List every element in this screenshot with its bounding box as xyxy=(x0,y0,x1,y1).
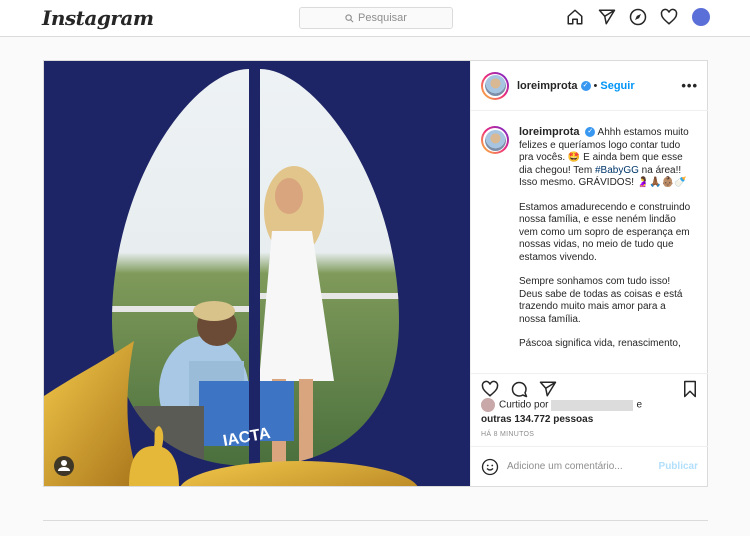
bookmark-icon[interactable] xyxy=(681,380,699,398)
comment-icon[interactable] xyxy=(510,380,528,398)
post-image[interactable]: IACTA xyxy=(44,61,470,486)
search-input[interactable]: Pesquisar xyxy=(299,7,453,29)
instagram-logo[interactable]: Instagram xyxy=(42,6,154,30)
caption-paragraph-4: Páscoa significa vida, renascimento, xyxy=(519,338,681,349)
heart-icon xyxy=(660,8,678,25)
direct-messages-button[interactable] xyxy=(598,8,616,26)
liker-avatar[interactable] xyxy=(481,398,495,412)
post-header: loreimprota ✓ • Seguir ••• xyxy=(471,61,708,111)
caption-text: loreimprota ✓ Ahhh estamos muito felizes… xyxy=(519,126,694,363)
bottom-divider xyxy=(43,520,708,521)
compass-icon xyxy=(629,8,647,26)
post-side-panel: loreimprota ✓ • Seguir ••• loreimprota ✓… xyxy=(470,61,708,486)
like-heart-icon[interactable] xyxy=(481,380,499,398)
likes-others-link[interactable]: outras 134.772 pessoas xyxy=(481,414,593,425)
post-actions xyxy=(471,373,708,399)
post-timestamp[interactable]: HÁ 8 MINUTOS xyxy=(481,431,534,438)
emoji-icon[interactable] xyxy=(481,458,499,476)
liker-name-redacted[interactable] xyxy=(551,399,634,411)
caption-username[interactable]: loreimprota xyxy=(519,126,580,138)
likes-summary: Curtido por e outras 134.772 pessoas xyxy=(481,398,701,427)
paper-plane-icon xyxy=(598,9,616,25)
caption-verified-badge-icon: ✓ xyxy=(585,127,596,138)
search-placeholder: Pesquisar xyxy=(358,12,407,24)
author-username[interactable]: loreimprota xyxy=(517,80,578,92)
search-icon xyxy=(345,13,354,22)
caption-paragraph-2: Estamos amadurecendo e construindo nossa… xyxy=(519,201,691,263)
comment-input[interactable] xyxy=(507,461,647,472)
likes-prefix: Curtido por xyxy=(499,399,549,411)
share-paper-plane-icon[interactable] xyxy=(539,380,557,398)
home-button[interactable] xyxy=(566,8,584,26)
caption-paragraph-3: Sempre sonhamos com tudo isso! Deus sabe… xyxy=(519,276,683,325)
explore-button[interactable] xyxy=(629,8,647,26)
caption-author-avatar[interactable] xyxy=(481,126,509,154)
more-options-icon[interactable]: ••• xyxy=(681,78,698,93)
activity-button[interactable] xyxy=(660,8,678,26)
separator-dot: • xyxy=(593,79,598,92)
home-icon xyxy=(567,9,583,25)
post-card: IACTA loreimprota ✓ • Seguir ••• loreimp… xyxy=(43,60,708,487)
verified-badge-icon: ✓ xyxy=(580,80,591,91)
caption-scroll-area[interactable]: loreimprota ✓ Ahhh estamos muito felizes… xyxy=(471,112,708,367)
profile-button[interactable] xyxy=(692,8,710,26)
follow-button[interactable]: Seguir xyxy=(600,80,634,92)
top-navigation-bar: Instagram Pesquisar xyxy=(0,0,750,37)
hashtag-link[interactable]: #BabyGG xyxy=(595,165,639,176)
likes-conjunction: e xyxy=(636,399,643,411)
author-avatar[interactable] xyxy=(481,71,509,100)
post-artwork: IACTA xyxy=(44,61,470,486)
publish-button[interactable]: Publicar xyxy=(659,461,698,472)
comment-box: Publicar xyxy=(471,446,708,486)
profile-avatar xyxy=(692,8,710,26)
